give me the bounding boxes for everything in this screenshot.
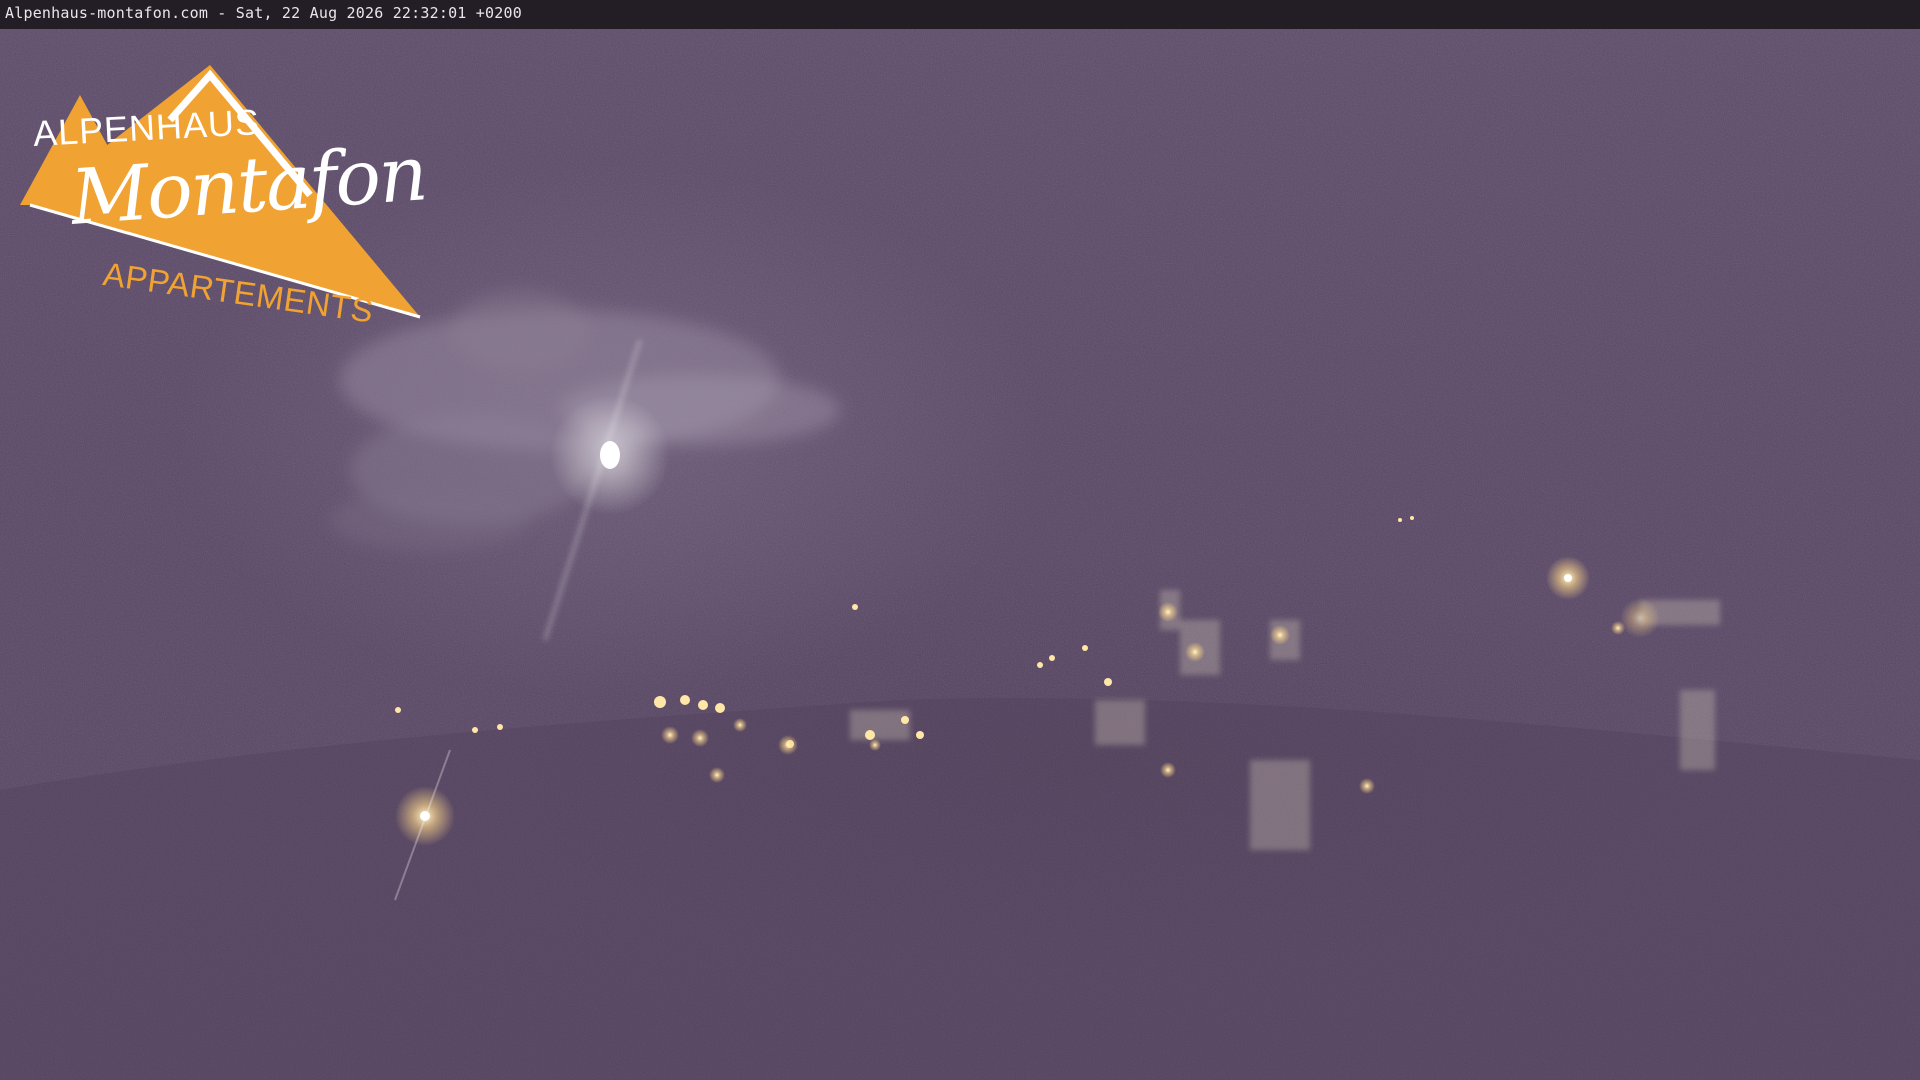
webcam-image: Alpenhaus-montafon.com - Sat, 22 Aug 202… [0,0,1920,1080]
alpenhaus-montafon-logo: ALPENHAUS Montafon APPARTEMENTS [20,55,430,355]
hillside [0,698,1920,1080]
timestamp-bar: Alpenhaus-montafon.com - Sat, 22 Aug 202… [0,0,1920,29]
timestamp-text: Alpenhaus-montafon.com - Sat, 22 Aug 202… [5,4,522,22]
